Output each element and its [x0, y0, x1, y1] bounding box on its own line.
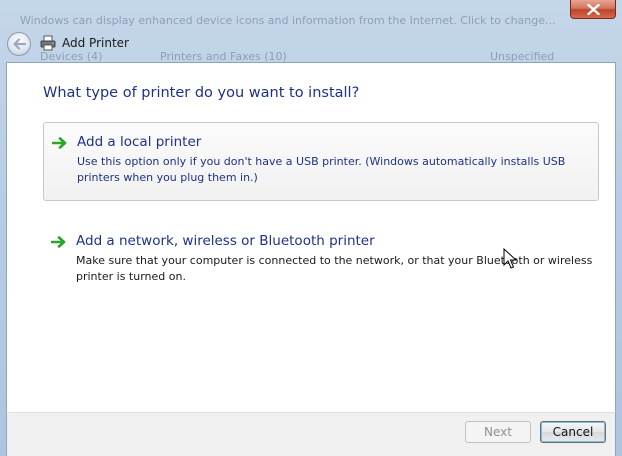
option-title: Add a network, wireless or Bluetooth pri…: [76, 233, 375, 249]
cancel-button[interactable]: Cancel: [540, 421, 606, 443]
wizard-footer: Next Cancel: [6, 412, 616, 456]
mouse-cursor-icon: [503, 248, 517, 269]
option-description: Make sure that your computer is connecte…: [76, 254, 593, 283]
back-button[interactable]: [7, 32, 31, 56]
title-bar: Add Printer: [0, 28, 622, 60]
printer-icon: [40, 35, 56, 51]
green-arrow-icon: [52, 137, 67, 149]
window-title: Add Printer: [62, 36, 129, 50]
option-add-local-printer[interactable]: Add a local printer Use this option only…: [43, 122, 599, 201]
wizard-content: What type of printer do you want to inst…: [6, 62, 616, 412]
page-heading: What type of printer do you want to inst…: [43, 85, 360, 101]
green-arrow-icon: [51, 236, 66, 248]
option-description: Use this option only if you don't have a…: [77, 155, 566, 184]
ghost-line: Windows can display enhanced device icon…: [20, 14, 556, 27]
back-arrow-icon: [13, 38, 26, 50]
option-title: Add a local printer: [77, 134, 202, 150]
add-printer-window: Windows can display enhanced device icon…: [0, 0, 622, 456]
next-button[interactable]: Next: [465, 421, 531, 443]
close-icon: [586, 3, 600, 15]
close-button[interactable]: [570, 0, 616, 19]
